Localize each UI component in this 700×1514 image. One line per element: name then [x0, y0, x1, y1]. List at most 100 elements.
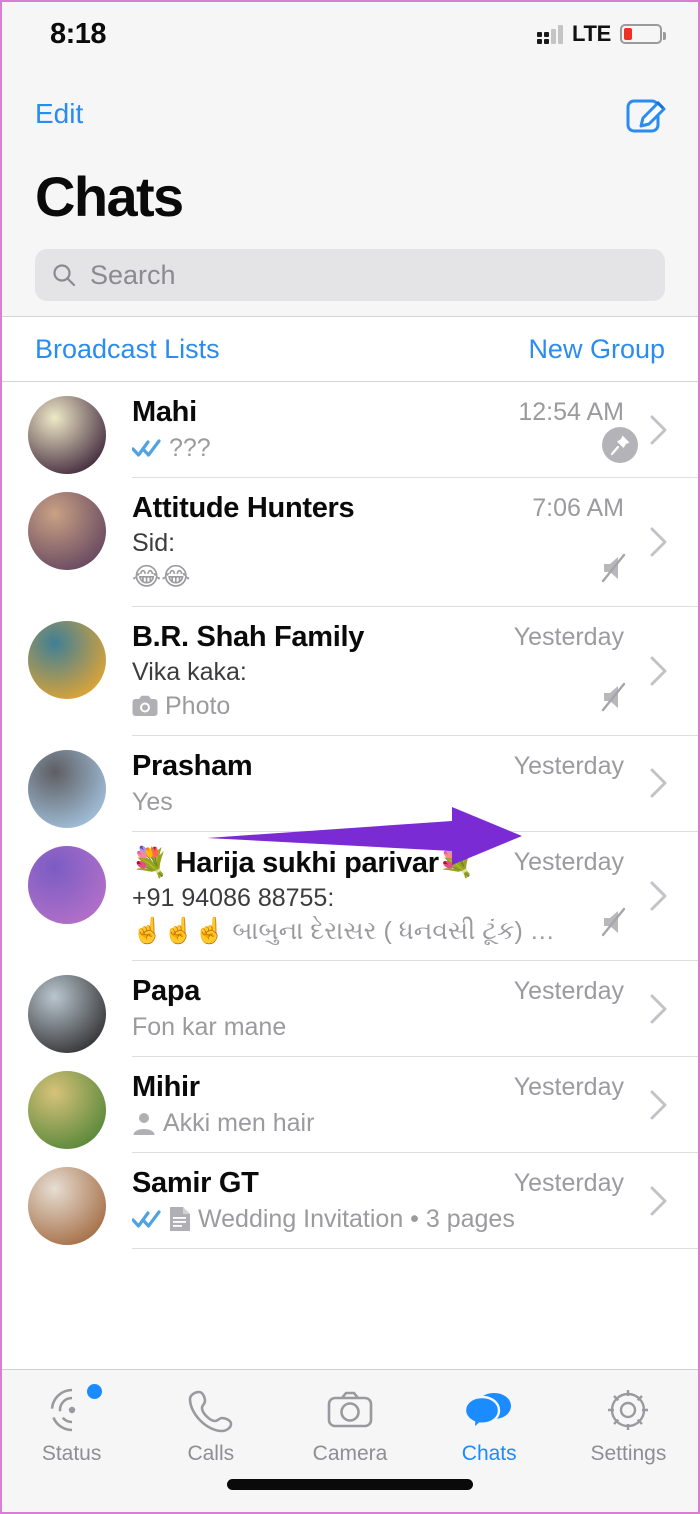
broadcast-lists-button[interactable]: Broadcast Lists — [35, 334, 220, 365]
chat-item-body: Attitude Hunters 7:06 AM Sid: 😂😂 — [132, 478, 698, 607]
tab-settings[interactable]: Settings — [559, 1370, 698, 1470]
tab-camera[interactable]: Camera — [280, 1370, 419, 1470]
muted-badge — [600, 682, 632, 717]
chat-name: B.R. Shah Family — [132, 620, 365, 653]
network-type-label: LTE — [571, 21, 611, 46]
chat-preview-text: ??? — [169, 434, 211, 462]
battery-icon — [620, 24, 666, 44]
chat-preview-text: Yes — [132, 787, 173, 816]
search-icon — [53, 264, 76, 287]
chevron-right-icon — [650, 656, 667, 686]
tab-label: Settings — [590, 1442, 667, 1465]
chat-preview-text: Photo — [165, 691, 231, 720]
avatar[interactable] — [28, 396, 106, 474]
avatar[interactable] — [28, 845, 106, 924]
chat-timestamp: 7:06 AM — [532, 494, 624, 522]
chat-list-item[interactable]: Mahi 12:54 AM??? — [2, 382, 698, 478]
chat-list-item[interactable]: Attitude Hunters 7:06 AM Sid: 😂😂 — [2, 478, 698, 607]
compose-icon[interactable] — [624, 92, 668, 136]
chat-name: Prasham — [132, 749, 253, 782]
status-bar-time: 8:18 — [50, 18, 107, 50]
chat-preview-text: Fon kar mane — [132, 1013, 287, 1042]
phone-screen: 8:18 LTE Edit Chats Search Broadcast Lis… — [0, 0, 700, 1514]
edit-button[interactable]: Edit — [35, 98, 83, 130]
chevron-right-icon — [650, 527, 667, 557]
read-receipt-icon — [132, 1210, 161, 1228]
chat-list-item[interactable]: 💐 Harija sukhi parivar💐 Yesterday +91 9408… — [2, 831, 698, 962]
document-icon — [170, 1207, 190, 1232]
chat-item-body: Prasham Yesterday Yes — [132, 736, 698, 832]
chevron-right-icon — [650, 881, 667, 911]
chat-name: 💐 Harija sukhi parivar💐 — [132, 846, 475, 879]
chat-preview: Akki men hair — [132, 1108, 562, 1138]
home-indicator — [227, 1479, 473, 1490]
new-group-button[interactable]: New Group — [528, 334, 665, 365]
chat-list-item[interactable]: Mihir Yesterday Akki men hair — [2, 1057, 698, 1154]
chevron-right-icon — [650, 994, 667, 1024]
chats-icon — [464, 1393, 512, 1432]
chat-timestamp: Yesterday — [513, 977, 624, 1006]
chat-preview: ??? — [132, 433, 562, 463]
tab-label: Chats — [461, 1442, 517, 1465]
muted-badge — [600, 553, 632, 588]
chat-list-item[interactable]: B.R. Shah Family Yesterday Vika kaka: Photo — [2, 606, 698, 736]
avatar[interactable] — [28, 492, 106, 570]
tab-status[interactable]: Status — [2, 1370, 141, 1470]
chat-timestamp: Yesterday — [513, 622, 624, 651]
avatar[interactable] — [28, 1167, 106, 1246]
list-actions-row: Broadcast Lists New Group — [2, 316, 698, 382]
chat-name: Papa — [132, 975, 201, 1008]
battery-fill — [624, 28, 632, 40]
chat-preview: Photo — [132, 691, 562, 721]
chat-list-item[interactable]: Prasham Yesterday Yes — [2, 735, 698, 832]
chat-item-body: 💐 Harija sukhi parivar💐 Yesterday +91 9408… — [132, 832, 698, 962]
page-title: Chats — [35, 165, 184, 228]
chat-name: Mahi — [132, 396, 197, 428]
chat-item-body: Mihir Yesterday Akki men hair — [132, 1057, 698, 1154]
search-input[interactable]: Search — [35, 249, 665, 301]
mute-icon — [601, 682, 626, 711]
mute-icon — [601, 553, 626, 582]
chevron-right-icon — [650, 768, 667, 798]
chat-name: Mihir — [132, 1071, 200, 1104]
tab-bar: Status Calls Camera Chats Settings — [2, 1369, 698, 1512]
tab-label: Calls — [187, 1442, 235, 1465]
chat-preview: Wedding Invitation • 3 pages — [132, 1204, 562, 1234]
signal-dots — [536, 32, 549, 44]
chat-preview: 😂😂 — [132, 562, 562, 592]
avatar[interactable] — [28, 975, 106, 1054]
chevron-right-icon — [650, 415, 667, 444]
chat-preview-text: 😂😂 — [132, 562, 191, 591]
chat-name: Attitude Hunters — [132, 492, 355, 524]
chevron-right-icon — [650, 1186, 667, 1216]
read-receipt-icon — [132, 439, 161, 457]
chat-preview-text: Akki men hair — [163, 1109, 315, 1138]
chat-item-body: Mahi 12:54 AM??? — [132, 382, 698, 478]
chat-timestamp: Yesterday — [513, 751, 624, 780]
chat-list-item[interactable]: Samir GT Yesterday Wedding Invitation • 3 … — [2, 1153, 698, 1250]
chat-item-body: Samir GT Yesterday Wedding Invitation • 3 … — [132, 1153, 698, 1250]
chat-item-body: Papa Yesterday Fon kar mane — [132, 961, 698, 1058]
camera-icon — [132, 695, 158, 716]
chat-timestamp: Yesterday — [513, 847, 624, 876]
avatar[interactable] — [28, 1071, 106, 1150]
muted-badge — [600, 907, 632, 942]
navigation-bar: Edit Chats Search — [2, 64, 698, 316]
chat-preview: Fon kar mane — [132, 1012, 562, 1042]
chat-timestamp: Yesterday — [513, 1169, 624, 1198]
status-bar-indicators: LTE — [536, 21, 666, 47]
chat-timestamp: Yesterday — [513, 1073, 624, 1102]
chat-list[interactable]: Mahi 12:54 AM??? Attitude Hunters 7:06 AM Si… — [2, 382, 698, 1250]
avatar[interactable] — [28, 620, 106, 699]
status-bar: 8:18 LTE — [2, 2, 698, 64]
gear-icon — [608, 1390, 649, 1430]
mute-icon — [601, 908, 626, 937]
chat-list-item[interactable]: Papa Yesterday Fon kar mane — [2, 961, 698, 1058]
tab-label: Camera — [312, 1442, 388, 1465]
chat-preview-text: Wedding Invitation • 3 pages — [198, 1205, 515, 1234]
search-placeholder: Search — [90, 259, 176, 290]
chevron-right-icon — [650, 1090, 667, 1120]
avatar[interactable] — [28, 749, 106, 828]
tab-calls[interactable]: Calls — [141, 1370, 280, 1470]
tab-chats[interactable]: Chats — [420, 1370, 559, 1470]
